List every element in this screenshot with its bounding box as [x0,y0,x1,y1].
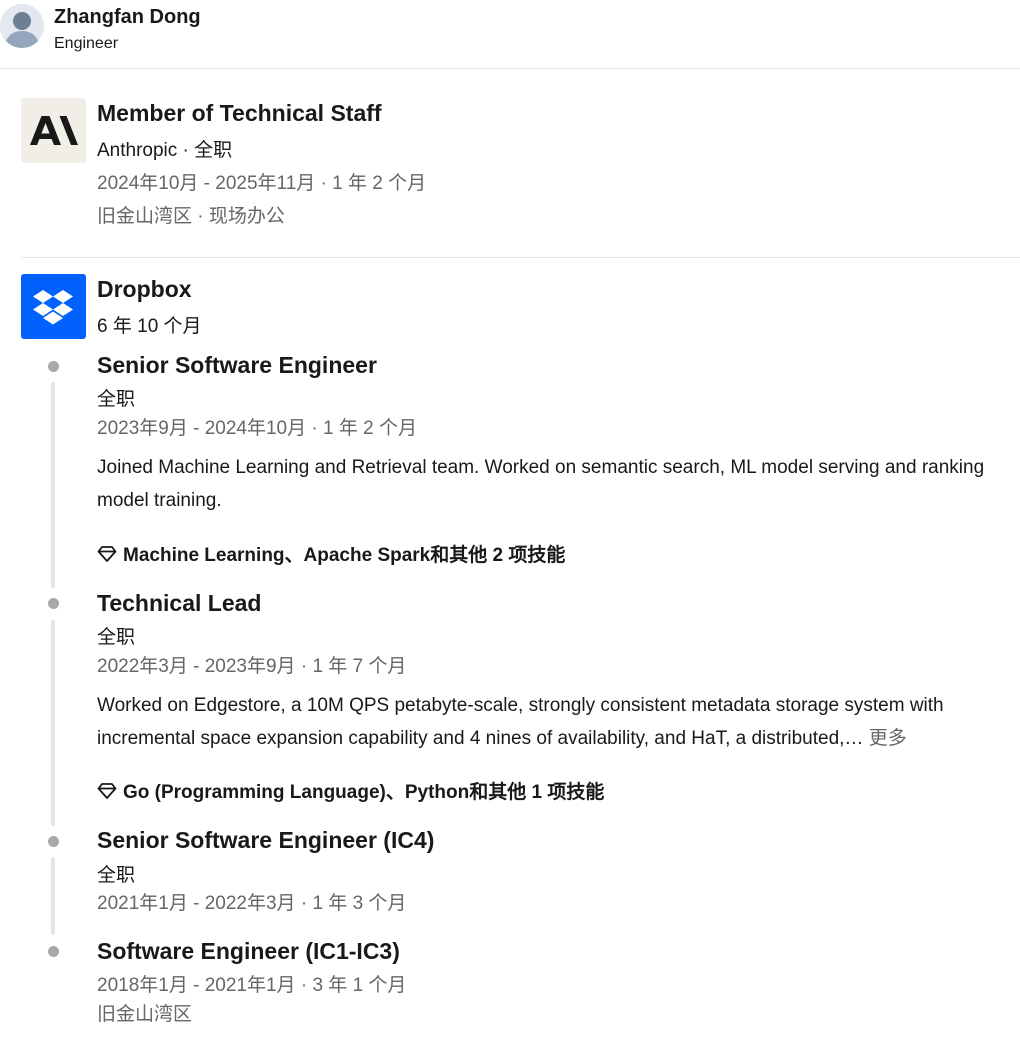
skills-text: Machine Learning、Apache Spark和其他 2 项技能 [123,545,566,566]
skills-text: Go (Programming Language)、Python和其他 1 项技… [123,782,605,803]
anthropic-logo-icon[interactable] [21,98,86,163]
employment-type: 全职 [97,389,136,410]
timeline-line [51,857,55,935]
role-description-text: Worked on Edgestore, a 10M QPS petabyte-… [97,695,944,749]
dropbox-logo-icon[interactable] [21,274,86,339]
date-range: 2022年3月 - 2023年9月 · 1 年 7 个月 [97,656,407,677]
role-description: Worked on Edgestore, a 10M QPS petabyte-… [97,689,1009,755]
role-title[interactable]: Senior Software Engineer (IC4) [97,827,434,854]
company-employment-type: Anthropic · 全职 [97,140,233,161]
person-avatar-icon [0,4,44,48]
employment-type: 全职 [97,865,136,886]
timeline-line [51,382,55,588]
diamond-skill-icon [97,783,117,799]
profile-header: Zhangfan Dong Engineer [0,0,1020,69]
role-title[interactable]: Software Engineer (IC1-IC3) [97,938,400,965]
avatar[interactable] [0,4,44,48]
timeline-dot [48,598,59,609]
skills-link[interactable]: Machine Learning、Apache Spark和其他 2 项技能 [97,540,565,567]
company-name[interactable]: Dropbox [97,276,192,303]
date-range: 2024年10月 - 2025年11月 · 1 年 2 个月 [97,173,427,194]
timeline-dot [48,946,59,957]
profile-headline: Engineer [54,35,119,52]
diamond-skill-icon [97,546,117,562]
role-title[interactable]: Senior Software Engineer [97,352,377,379]
employment-type: 全职 [97,627,136,648]
date-range: 2023年9月 - 2024年10月 · 1 年 2 个月 [97,418,417,439]
see-more-link[interactable]: 更多 [869,728,907,749]
skills-link[interactable]: Go (Programming Language)、Python和其他 1 项技… [97,777,604,804]
timeline-dot [48,361,59,372]
role-description: Joined Machine Learning and Retrieval te… [97,457,985,511]
role-title[interactable]: Technical Lead [97,590,261,617]
timeline-line [51,620,55,826]
timeline-dot [48,836,59,847]
divider [21,257,1020,258]
total-duration: 6 年 10 个月 [97,316,202,337]
date-range: 2021年1月 - 2022年3月 · 1 年 3 个月 [97,893,407,914]
location: 旧金山湾区 · 现场办公 [97,206,285,227]
job-title[interactable]: Member of Technical Staff [97,100,382,127]
profile-name[interactable]: Zhangfan Dong [54,6,201,29]
date-range: 2018年1月 - 2021年1月 · 3 年 1 个月 [97,975,407,996]
location: 旧金山湾区 [97,1004,193,1025]
